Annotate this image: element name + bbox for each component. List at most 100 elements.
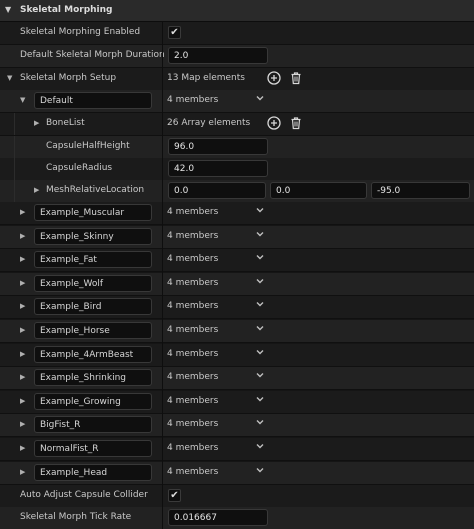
mesh-location-z-input[interactable]: -95.0 bbox=[371, 182, 470, 199]
map-key-input[interactable]: Example_Wolf bbox=[34, 275, 152, 292]
expand-arrow-icon[interactable]: ▼ bbox=[5, 5, 11, 14]
collapse-arrow-icon[interactable]: ▶ bbox=[20, 444, 25, 452]
auto-adjust-label: Auto Adjust Capsule Collider bbox=[20, 490, 148, 500]
add-element-icon[interactable] bbox=[267, 71, 283, 87]
indent-guide bbox=[14, 136, 15, 158]
chevron-down-icon[interactable] bbox=[255, 323, 265, 336]
collapse-arrow-icon[interactable]: ▶ bbox=[20, 420, 25, 428]
tick-rate-input[interactable]: 0.016667 bbox=[168, 509, 268, 526]
row-morph-setup: ▼ Skeletal Morph Setup 13 Map elements bbox=[0, 68, 474, 91]
expand-arrow-icon[interactable]: ▼ bbox=[20, 96, 25, 104]
row-tick-rate: Skeletal Morph Tick Rate 0.016667 bbox=[0, 507, 474, 529]
morphing-enabled-checkbox[interactable]: ✔ bbox=[168, 26, 181, 39]
map-key-input[interactable]: Example_Horse bbox=[34, 322, 152, 339]
morph-duration-input[interactable]: 2.0 bbox=[168, 47, 268, 64]
map-key-input[interactable]: Example_Shrinking bbox=[34, 369, 152, 386]
map-entry: ▶ Example_Skinny 4 members bbox=[0, 226, 474, 249]
row-morph-duration: Default Skeletal Morph Duration 2.0 bbox=[0, 45, 474, 68]
map-key-input[interactable]: Example_Fat bbox=[34, 251, 152, 268]
morph-setup-count: 13 Map elements bbox=[167, 73, 245, 83]
chevron-down-icon[interactable] bbox=[255, 370, 265, 383]
collapse-arrow-icon[interactable]: ▶ bbox=[20, 302, 25, 310]
section-header-skeletal-morphing[interactable]: ▼ Skeletal Morphing bbox=[0, 0, 474, 22]
collapse-arrow-icon[interactable]: ▶ bbox=[20, 208, 25, 216]
mesh-location-y-input[interactable]: 0.0 bbox=[270, 182, 367, 199]
capsule-half-height-label: CapsuleHalfHeight bbox=[46, 141, 130, 151]
members-count: 4 members bbox=[167, 372, 219, 382]
map-entry: ▶ Example_4ArmBeast 4 members bbox=[0, 344, 474, 367]
map-entry: ▶ Example_Muscular 4 members bbox=[0, 202, 474, 225]
map-entry: ▶ Example_Head 4 members bbox=[0, 462, 474, 485]
collapse-arrow-icon[interactable]: ▶ bbox=[20, 350, 25, 358]
capsule-half-height-input[interactable]: 96.0 bbox=[168, 138, 268, 155]
members-count: 4 members bbox=[167, 207, 219, 217]
row-capsule-radius: CapsuleRadius 42.0 bbox=[0, 158, 474, 181]
mesh-location-x-input[interactable]: 0.0 bbox=[168, 182, 266, 199]
add-element-icon[interactable] bbox=[267, 116, 283, 132]
chevron-down-icon[interactable] bbox=[255, 252, 265, 265]
members-count: 4 members bbox=[167, 396, 219, 406]
members-count: 4 members bbox=[167, 254, 219, 264]
map-key-input[interactable]: Example_Skinny bbox=[34, 228, 152, 245]
map-key-input[interactable]: Example_Bird bbox=[34, 298, 152, 315]
column-divider[interactable] bbox=[162, 22, 163, 529]
mesh-location-label: MeshRelativeLocation bbox=[46, 185, 145, 195]
map-entry: ▶ BigFist_R 4 members bbox=[0, 414, 474, 437]
collapse-arrow-icon[interactable]: ▶ bbox=[20, 326, 25, 334]
details-panel: ▼ Skeletal Morphing Skeletal Morphing En… bbox=[0, 0, 474, 529]
capsule-radius-input[interactable]: 42.0 bbox=[168, 160, 268, 177]
map-entry: ▶ Example_Fat 4 members bbox=[0, 249, 474, 272]
row-morphing-enabled: Skeletal Morphing Enabled ✔ bbox=[0, 22, 474, 45]
collapse-arrow-icon[interactable]: ▶ bbox=[34, 119, 39, 127]
members-count: 4 members bbox=[167, 443, 219, 453]
indent-guide bbox=[14, 180, 15, 202]
chevron-down-icon[interactable] bbox=[255, 299, 265, 312]
collapse-arrow-icon[interactable]: ▶ bbox=[34, 186, 39, 194]
collapse-arrow-icon[interactable]: ▶ bbox=[20, 373, 25, 381]
map-key-input[interactable]: Example_Head bbox=[34, 464, 152, 481]
chevron-down-icon[interactable] bbox=[255, 276, 265, 289]
row-capsule-half-height: CapsuleHalfHeight 96.0 bbox=[0, 136, 474, 159]
collapse-arrow-icon[interactable]: ▶ bbox=[20, 255, 25, 263]
tick-rate-label: Skeletal Morph Tick Rate bbox=[20, 512, 132, 522]
chevron-down-icon[interactable] bbox=[255, 205, 265, 218]
chevron-down-icon[interactable] bbox=[255, 347, 265, 360]
map-key-input[interactable]: NormalFist_R bbox=[34, 440, 152, 457]
collapse-arrow-icon[interactable]: ▶ bbox=[20, 279, 25, 287]
map-entry-default: ▼ Default 4 members bbox=[0, 90, 474, 113]
section-title: Skeletal Morphing bbox=[20, 5, 113, 15]
expand-arrow-icon[interactable]: ▼ bbox=[7, 74, 12, 82]
row-mesh-relative-location: ▶ MeshRelativeLocation 0.0 0.0 -95.0 bbox=[0, 180, 474, 203]
map-key-input[interactable]: Example_Muscular bbox=[34, 204, 152, 221]
members-count: 4 members bbox=[167, 301, 219, 311]
chevron-down-icon[interactable] bbox=[255, 229, 265, 242]
morph-setup-label: Skeletal Morph Setup bbox=[20, 73, 117, 83]
trash-icon[interactable] bbox=[289, 71, 305, 87]
chevron-down-icon[interactable] bbox=[255, 394, 265, 407]
collapse-arrow-icon[interactable]: ▶ bbox=[20, 397, 25, 405]
map-key-input[interactable]: Example_Growing bbox=[34, 393, 152, 410]
map-key-input[interactable]: Default bbox=[34, 92, 152, 109]
members-count: 4 members bbox=[167, 95, 219, 105]
indent-guide bbox=[14, 158, 15, 180]
auto-adjust-checkbox[interactable]: ✔ bbox=[168, 489, 181, 502]
map-key-input[interactable]: BigFist_R bbox=[34, 416, 152, 433]
chevron-down-icon[interactable] bbox=[255, 417, 265, 430]
indent-guide bbox=[14, 113, 15, 135]
map-entry: ▶ Example_Wolf 4 members bbox=[0, 273, 474, 296]
capsule-radius-label: CapsuleRadius bbox=[46, 163, 113, 173]
map-entry: ▶ Example_Horse 4 members bbox=[0, 320, 474, 343]
trash-icon[interactable] bbox=[289, 116, 305, 132]
map-entry: ▶ Example_Growing 4 members bbox=[0, 391, 474, 414]
members-count: 4 members bbox=[167, 349, 219, 359]
map-key-input[interactable]: Example_4ArmBeast bbox=[34, 346, 152, 363]
chevron-down-icon[interactable] bbox=[255, 93, 265, 106]
collapse-arrow-icon[interactable]: ▶ bbox=[20, 468, 25, 476]
members-count: 4 members bbox=[167, 278, 219, 288]
collapse-arrow-icon[interactable]: ▶ bbox=[20, 232, 25, 240]
chevron-down-icon[interactable] bbox=[255, 441, 265, 454]
morphing-enabled-label: Skeletal Morphing Enabled bbox=[20, 27, 141, 37]
map-entry: ▶ NormalFist_R 4 members bbox=[0, 438, 474, 461]
map-entry: ▶ Example_Bird 4 members bbox=[0, 296, 474, 319]
chevron-down-icon[interactable] bbox=[255, 465, 265, 478]
